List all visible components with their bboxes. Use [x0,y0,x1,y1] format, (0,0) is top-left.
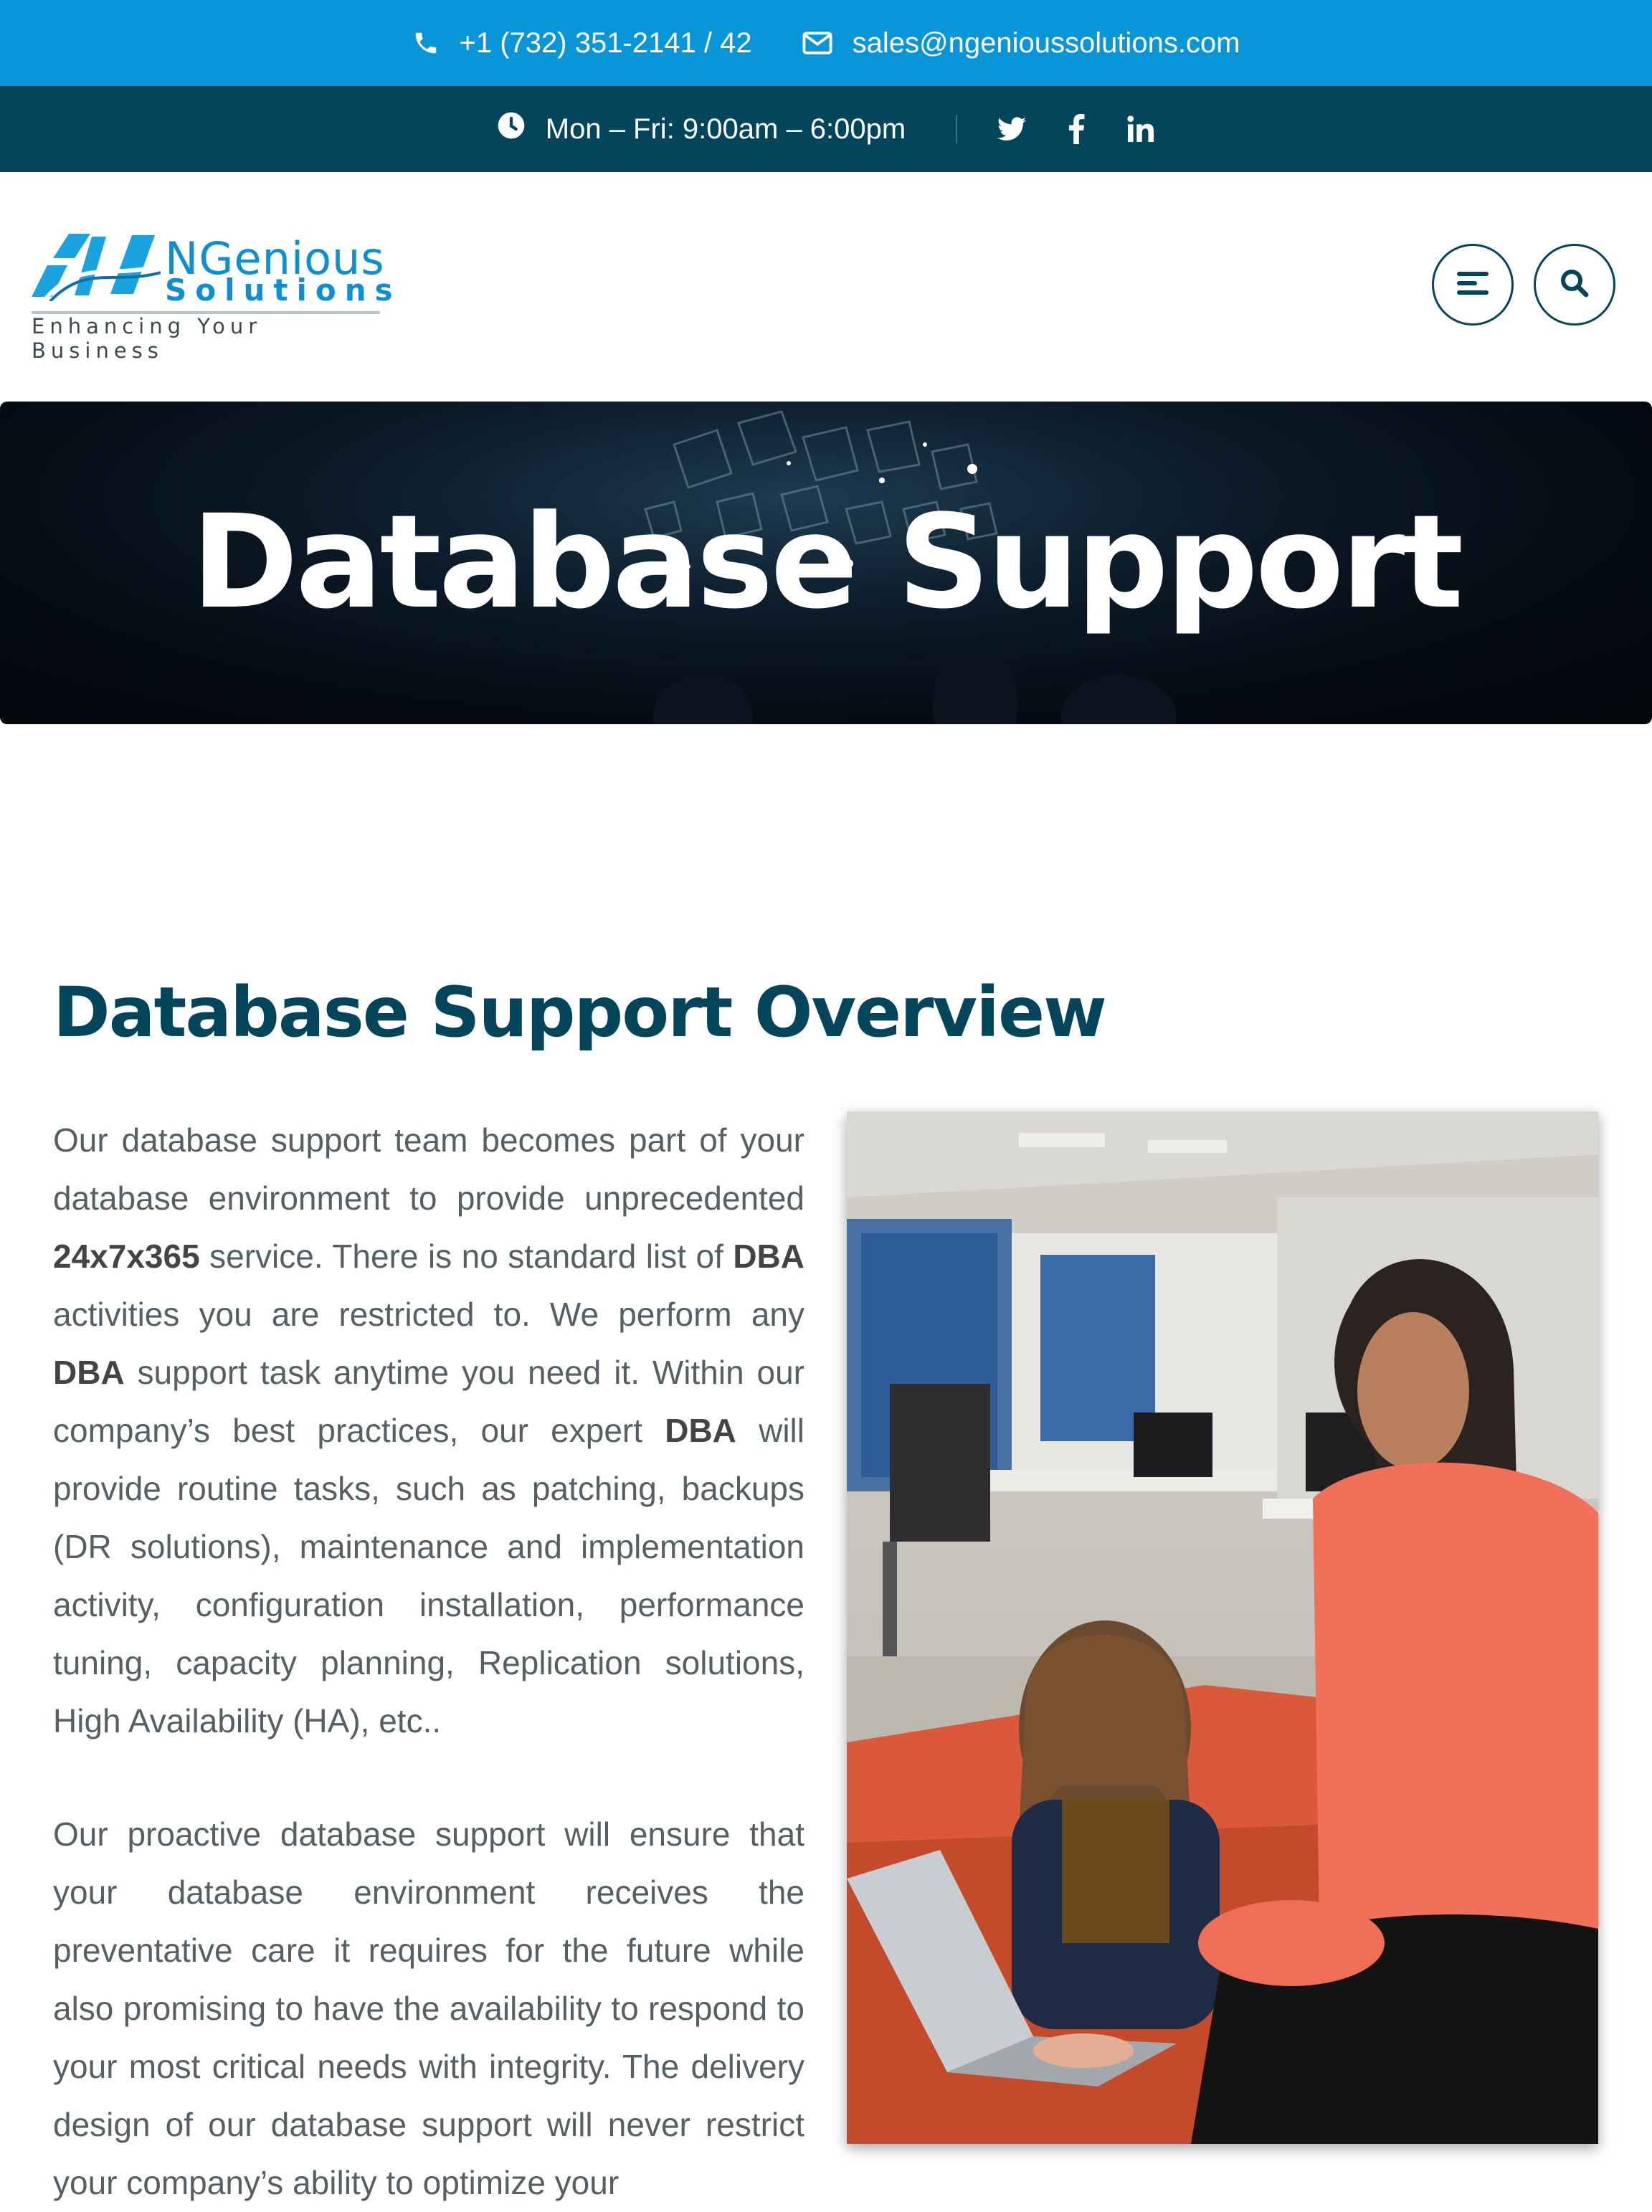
bold-term: 24x7x365 [53,1238,200,1275]
bold-term: DBA [733,1238,804,1275]
hamburger-menu-icon [1457,270,1489,300]
overview-paragraph-2: Our proactive database support will ensu… [53,1815,804,2201]
search-button[interactable] [1534,244,1615,326]
hours-social-bar: Mon – Fri: 9:00am – 6:00pm [0,86,1652,172]
hero-banner: Database Support [0,402,1652,724]
top-contact-bar: +1 (732) 351-2141 / 42 sales@ngenioussol… [0,0,1652,86]
logo-mark [32,234,161,301]
twitter-icon[interactable] [997,115,1027,143]
text-run: will provide routine tasks, such as patc… [53,1412,804,1739]
phone-contact[interactable]: +1 (732) 351-2141 / 42 [412,27,752,60]
text-run: service. There is no standard list of [199,1238,734,1275]
phone-icon [412,29,440,57]
search-icon [1560,269,1589,301]
overview-paragraph-1: Our database support team becomes part o… [53,1111,804,1750]
clock-icon [497,111,526,147]
office-photo-illustration [847,1111,1598,2144]
email-contact[interactable]: sales@ngenioussolutions.com [802,27,1240,60]
team-photo [847,1111,1598,2144]
facebook-icon[interactable] [1062,114,1091,144]
social-links [997,114,1155,144]
business-hours: Mon – Fri: 9:00am – 6:00pm [497,111,906,147]
email-address[interactable]: sales@ngenioussolutions.com [853,27,1240,60]
overview-title: Database Support Overview [53,972,1107,1053]
hero-title: Database Support [191,488,1464,637]
bold-term: DBA [53,1354,125,1391]
hours-text: Mon – Fri: 9:00am – 6:00pm [545,113,906,145]
site-logo[interactable]: NGenious Solutions Enhancing Your Busine… [32,229,393,363]
phone-number[interactable]: +1 (732) 351-2141 / 42 [460,27,752,60]
linkedin-icon[interactable] [1126,115,1155,143]
text-run: activities you are restricted to. We per… [53,1296,804,1333]
text-run: Our database support team becomes part o… [53,1121,804,1217]
bold-term: DBA [665,1412,736,1449]
divider [956,115,958,143]
logo-tagline: Enhancing Your Business [32,314,262,363]
menu-button[interactable] [1432,244,1514,326]
logo-brand-sub: Solutions [165,272,402,308]
envelope-icon [802,31,832,55]
